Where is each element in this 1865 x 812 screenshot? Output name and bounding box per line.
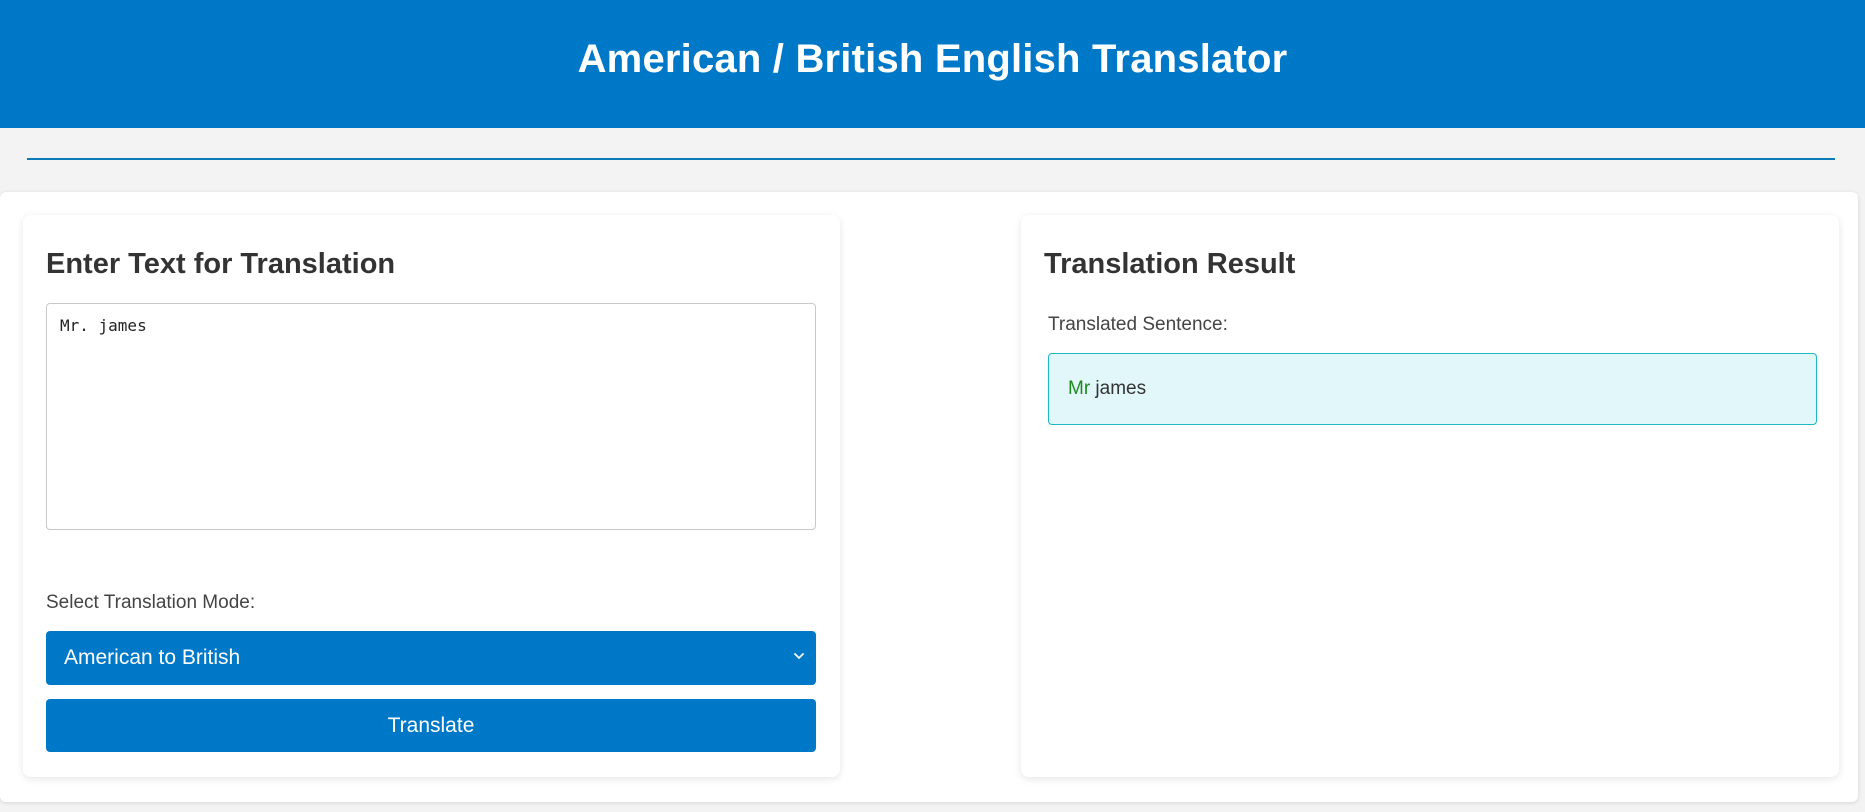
text-input[interactable]: Mr. james [46, 303, 816, 530]
header-divider [27, 158, 1835, 160]
input-card: Enter Text for Translation Mr. james Sel… [23, 215, 840, 777]
translation-rest: james [1090, 378, 1147, 399]
translate-button[interactable]: Translate [46, 699, 816, 752]
result-card-title: Translation Result [1044, 248, 1296, 280]
input-card-title: Enter Text for Translation [46, 248, 396, 280]
translation-mode-select[interactable]: American to British [46, 631, 816, 685]
mode-select-value: American to British [64, 646, 241, 669]
chevron-down-icon [794, 653, 804, 659]
translated-sentence-label: Translated Sentence: [1048, 314, 1228, 335]
highlighted-translation: Mr [1068, 378, 1091, 399]
app-title: American / British English Translator [577, 36, 1288, 81]
result-card: Translation Result Translated Sentence: … [1021, 215, 1839, 777]
translated-sentence-output: Mr james [1048, 353, 1817, 425]
app-header: American / British English Translator [0, 0, 1865, 128]
mode-label: Select Translation Mode: [46, 592, 256, 613]
